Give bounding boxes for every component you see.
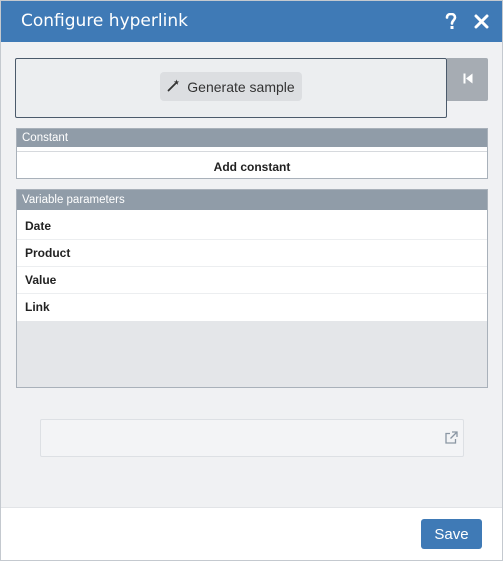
variable-parameters-panel: Variable parameters Date Product Value L…	[16, 189, 488, 388]
variable-item-link[interactable]: Link	[17, 294, 487, 321]
close-icon[interactable]	[472, 10, 490, 32]
skip-to-start-button[interactable]	[447, 58, 488, 101]
title-actions	[442, 10, 490, 32]
dialog-title-bar: Configure hyperlink	[1, 1, 502, 42]
add-constant-button[interactable]: Add constant	[17, 151, 487, 182]
variable-item-date[interactable]: Date	[17, 213, 487, 240]
generate-sample-button[interactable]: Generate sample	[160, 72, 302, 101]
dialog-footer: Save	[1, 507, 502, 560]
variable-parameters-header: Variable parameters	[17, 190, 487, 210]
configure-hyperlink-dialog: Configure hyperlink Generate sample Cons…	[0, 0, 503, 561]
dialog-title: Configure hyperlink	[21, 11, 188, 31]
variable-item-value[interactable]: Value	[17, 267, 487, 294]
sample-preview-area: Generate sample	[15, 58, 447, 118]
hyperlink-input[interactable]	[41, 420, 436, 456]
constant-header: Constant	[17, 129, 487, 147]
save-button[interactable]: Save	[421, 519, 482, 549]
variable-item-product[interactable]: Product	[17, 240, 487, 267]
magic-wand-icon	[167, 79, 180, 95]
external-link-icon[interactable]	[444, 431, 458, 450]
hyperlink-field	[40, 419, 464, 457]
question-icon[interactable]	[442, 10, 460, 32]
skip-to-start-icon	[463, 71, 473, 89]
variable-list: Date Product Value Link	[17, 210, 487, 321]
constant-panel: Constant Add constant	[16, 128, 488, 179]
generate-sample-label: Generate sample	[187, 78, 295, 95]
